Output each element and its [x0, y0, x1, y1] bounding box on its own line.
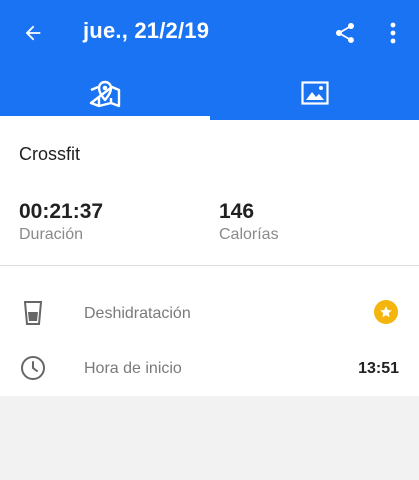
- activity-name: Crossfit: [19, 144, 81, 164]
- share-button[interactable]: [330, 17, 360, 49]
- more-options-button[interactable]: [380, 17, 406, 49]
- arrow-back-icon: [25, 25, 41, 41]
- glass-icon: [20, 300, 46, 326]
- dehydration-label: Deshidratación: [84, 305, 191, 322]
- workout-card: Crossfit 00:21:37 Duración 146 Calorías …: [0, 120, 419, 396]
- start-time-label: Hora de inicio: [84, 360, 182, 377]
- clock-icon: [20, 355, 46, 381]
- tab-photos[interactable]: [210, 66, 419, 120]
- toolbar: jue., 21/2/19: [0, 0, 419, 66]
- tab-map[interactable]: [0, 66, 210, 120]
- map-pin-icon: [89, 80, 121, 108]
- share-icon: [336, 23, 354, 43]
- tab-bar: [0, 66, 419, 120]
- back-button[interactable]: [17, 17, 49, 49]
- calories-label: Calorías: [219, 226, 279, 243]
- divider: [0, 265, 419, 266]
- more-vert-icon: [390, 22, 396, 44]
- duration-label: Duración: [19, 226, 84, 243]
- duration-value: 00:21:37: [19, 200, 104, 223]
- image-icon: [300, 81, 329, 105]
- star-icon[interactable]: [374, 300, 398, 324]
- start-time-value: 13:51: [358, 360, 399, 377]
- page-title: jue., 21/2/19: [83, 18, 210, 43]
- app-bar: jue., 21/2/19: [0, 0, 419, 120]
- calories-value: 146: [219, 200, 255, 223]
